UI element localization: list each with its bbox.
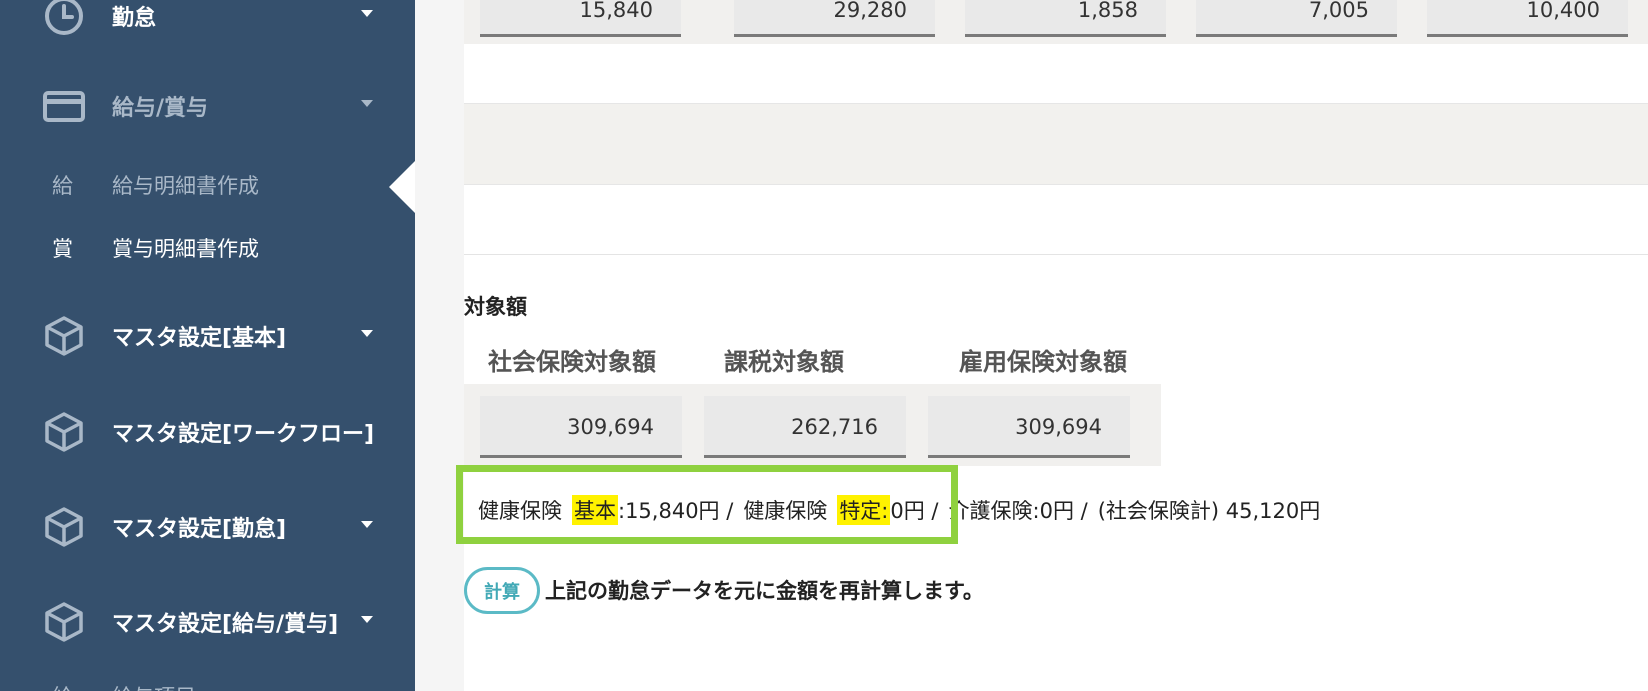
empty-band bbox=[464, 103, 1648, 185]
sidebar-subitem-abbr: 賞 bbox=[52, 237, 73, 261]
sidebar-item-label: マスタ設定[勤怠] bbox=[112, 517, 287, 542]
social-insurance-amount[interactable]: 309,694 bbox=[480, 396, 682, 458]
calculate-button[interactable]: 計算 bbox=[464, 567, 540, 614]
employment-insurance-amount[interactable]: 309,694 bbox=[928, 396, 1130, 458]
chevron-down-icon bbox=[361, 616, 373, 628]
sidebar-subitem-label: 給与明細書作成 bbox=[112, 174, 259, 198]
summary-kihon-label: 基本 bbox=[572, 495, 618, 525]
insurance-summary: 健康保険 基本 :15,840円 / 健康保険 特定: 0円 / 介護保険:0円… bbox=[464, 490, 1320, 530]
section-title: 対象額 bbox=[464, 295, 527, 319]
main-content: 15,840 29,280 1,858 7,005 10,400 対象額 社会保… bbox=[456, 0, 1648, 691]
box-icon bbox=[42, 505, 86, 549]
summary-kihon-value: :15,840円 / bbox=[618, 499, 734, 523]
value-field[interactable]: 10,400 bbox=[1427, 0, 1628, 37]
sidebar-subitem-abbr: 給 bbox=[52, 681, 73, 691]
clock-icon bbox=[42, 0, 86, 38]
sidebar-item-label: 給与/賞与 bbox=[112, 96, 209, 121]
sidebar-subitem-kyuyo-meisai[interactable]: 給 給与明細書作成 bbox=[0, 165, 415, 205]
content-gutter bbox=[415, 0, 464, 691]
summary-total: (社会保険計) 45,120円 bbox=[1097, 499, 1321, 523]
summary-tokutei-value: 0円 / bbox=[890, 499, 939, 523]
sidebar-item-label: 勤怠 bbox=[112, 6, 157, 31]
summary-tokutei-label: 特定: bbox=[837, 495, 891, 525]
value-field[interactable]: 15,840 bbox=[480, 0, 681, 37]
column-header: 課税対象額 bbox=[724, 348, 844, 376]
box-icon bbox=[42, 600, 86, 644]
summary-kenko-label-2: 健康保険 bbox=[743, 499, 828, 523]
active-indicator bbox=[389, 160, 416, 214]
top-values-row: 15,840 29,280 1,858 7,005 10,400 bbox=[464, 0, 1648, 44]
card-icon bbox=[42, 84, 86, 128]
value-field[interactable]: 1,858 bbox=[965, 0, 1166, 37]
sidebar-item-master-kintai[interactable]: マスタ設定[勤怠] bbox=[0, 497, 415, 557]
chevron-down-icon bbox=[361, 10, 373, 22]
sidebar-subitem-shoyo-meisai[interactable]: 賞 賞与明細書作成 bbox=[0, 228, 415, 268]
sidebar-subitem-label: 給与項目 bbox=[112, 681, 196, 691]
sidebar-subitem-kyuyo-komoku[interactable]: 給 給与項目 bbox=[0, 676, 415, 691]
summary-kenko-label: 健康保険 bbox=[478, 499, 562, 523]
sidebar-item-label: マスタ設定[ワークフロー] bbox=[112, 422, 374, 447]
box-icon bbox=[42, 410, 86, 454]
sidebar-subitem-abbr: 給 bbox=[52, 174, 73, 198]
sidebar: 勤怠 給与/賞与 給 給与明細書作成 賞 賞与明細書作成 マスタ設定[基本] マ… bbox=[0, 0, 416, 691]
sidebar-item-label: マスタ設定[給与/賞与] bbox=[112, 612, 339, 637]
summary-kaigo: 介護保険:0円 / bbox=[948, 499, 1088, 523]
sidebar-item-master-kyuyo[interactable]: マスタ設定[給与/賞与] bbox=[0, 592, 415, 652]
calculate-note: 上記の勤怠データを元に金額を再計算します。 bbox=[545, 579, 984, 603]
column-header: 社会保険対象額 bbox=[488, 348, 656, 376]
value-field[interactable]: 7,005 bbox=[1196, 0, 1397, 37]
value-field[interactable]: 29,280 bbox=[734, 0, 935, 37]
sidebar-item-label: マスタ設定[基本] bbox=[112, 326, 287, 351]
sidebar-item-kintai[interactable]: 勤怠 bbox=[0, 0, 415, 46]
target-amounts: 309,694 262,716 309,694 bbox=[464, 384, 1161, 466]
sidebar-item-master-workflow[interactable]: マスタ設定[ワークフロー] bbox=[0, 402, 415, 462]
divider bbox=[464, 254, 1648, 255]
chevron-down-icon bbox=[361, 330, 373, 342]
box-icon bbox=[42, 314, 86, 358]
column-header: 雇用保険対象額 bbox=[959, 348, 1127, 376]
chevron-down-icon bbox=[361, 100, 373, 112]
sidebar-item-master-kihon[interactable]: マスタ設定[基本] bbox=[0, 306, 415, 366]
chevron-down-icon bbox=[361, 521, 373, 533]
taxable-amount[interactable]: 262,716 bbox=[704, 396, 906, 458]
sidebar-item-kyuyo[interactable]: 給与/賞与 bbox=[0, 76, 415, 136]
sidebar-subitem-label: 賞与明細書作成 bbox=[112, 237, 259, 261]
